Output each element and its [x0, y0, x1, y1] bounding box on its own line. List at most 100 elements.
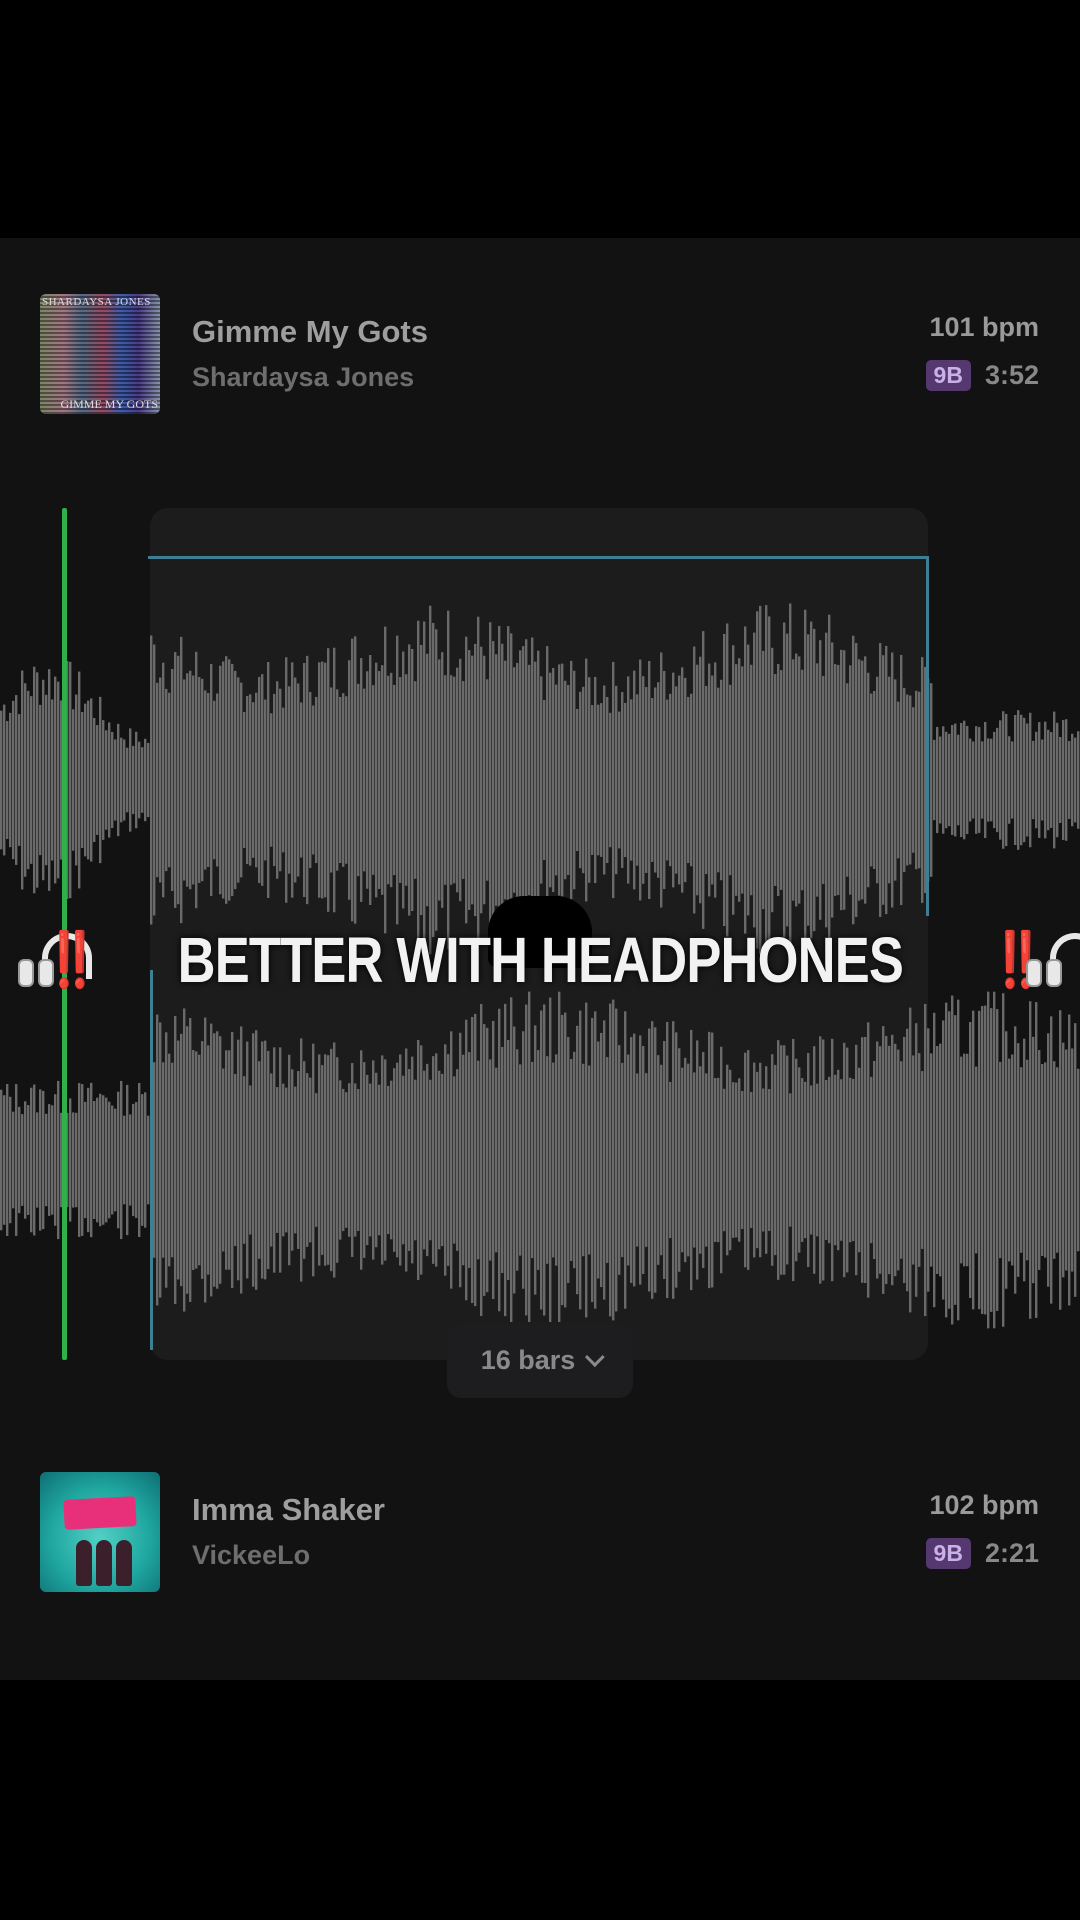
waveform-sample [591, 1017, 594, 1303]
waveform-sample [459, 1032, 462, 1288]
waveform-sample [963, 720, 966, 840]
waveform-sample [540, 676, 543, 884]
waveform-sample [393, 1068, 396, 1252]
waveform-sample [366, 1074, 369, 1246]
waveform-sample [738, 658, 741, 902]
waveform-sample [747, 1050, 750, 1270]
waveform-sample [348, 1083, 351, 1237]
waveform-sample [363, 1062, 366, 1258]
waveform-sample [366, 671, 369, 889]
waveform-sample [963, 1053, 966, 1267]
waveform-sample [489, 622, 492, 938]
waveform-sample [399, 1054, 402, 1266]
waveform-sample [426, 1063, 429, 1257]
waveform-sample [162, 662, 165, 898]
waveform-sample [969, 738, 972, 822]
waveform-sample [471, 1016, 474, 1304]
waveform-sample [954, 723, 957, 837]
waveform-sample [111, 731, 114, 829]
track-row-next[interactable]: Imma Shaker VickeeLo 102 bpm 9B 2:21 [0, 1472, 1080, 1596]
waveform-sample [477, 616, 480, 944]
waveform-sample [432, 1056, 435, 1264]
waveform-sample [633, 1033, 636, 1287]
waveform-sample [741, 1090, 744, 1230]
waveform-sample [174, 1015, 177, 1305]
waveform-sample [258, 676, 261, 884]
waveform-sample [291, 1069, 294, 1251]
waveform-sample [798, 656, 801, 904]
waveform-sample [699, 1066, 702, 1254]
waveform-sample [1014, 1026, 1017, 1294]
waveform-sample [123, 739, 126, 821]
waveform-sample [99, 1093, 102, 1227]
waveform-sample [102, 1095, 105, 1225]
waveform-sample [603, 685, 606, 875]
waveform-sample [498, 1008, 501, 1312]
waveform-sample [807, 1053, 810, 1267]
waveform-sample [948, 733, 951, 827]
waveform-sample [522, 1031, 525, 1289]
waveform-sample [567, 1037, 570, 1283]
waveform-sample [141, 1094, 144, 1226]
waveform-sample [867, 672, 870, 888]
waveform-sample [444, 1044, 447, 1276]
waveform-sample [18, 1106, 21, 1214]
waveform-sample [582, 1063, 585, 1257]
waveform-sample [510, 633, 513, 927]
waveform-sample [201, 1041, 204, 1279]
waveform-sample [486, 679, 489, 881]
waveform-sample [432, 622, 435, 938]
waveform-sample [825, 1080, 828, 1240]
waveform-sample [12, 1111, 15, 1209]
loop-length-dropdown[interactable]: 16 bars [447, 1322, 633, 1398]
waveform-sample [1011, 1054, 1014, 1266]
waveform-sample [285, 1087, 288, 1233]
waveform-sample [930, 1053, 933, 1267]
waveform-sample [651, 1021, 654, 1299]
waveform-sample [933, 1012, 936, 1308]
waveform-sample [834, 664, 837, 896]
waveform-sample [711, 1032, 714, 1288]
waveform-sample [420, 644, 423, 916]
waveform-sample [1062, 720, 1065, 840]
waveform-sample [300, 1038, 303, 1282]
waveform-sample [921, 657, 924, 903]
waveform-sample [1056, 1067, 1059, 1253]
waveform-sample [561, 1014, 564, 1306]
waveform-sample [126, 747, 129, 813]
waveform-sample [822, 1039, 825, 1281]
waveform-sample [906, 1028, 909, 1292]
waveform-sample [1032, 740, 1035, 820]
waveform-sample [471, 655, 474, 905]
waveform-next-track[interactable] [0, 960, 1080, 1360]
waveform-sample [774, 674, 777, 886]
waveform-sample [78, 1083, 81, 1237]
waveform-sample [675, 686, 678, 874]
waveform-sample [351, 638, 354, 922]
waveform-sample [135, 1102, 138, 1218]
waveform-sample [930, 683, 933, 877]
waveform-sample [30, 1087, 33, 1233]
waveform-sample [975, 726, 978, 834]
waveform-sample [693, 1072, 696, 1248]
waveform-sample [234, 670, 237, 890]
waveform-sample [333, 647, 336, 913]
waveform-sample [288, 686, 291, 874]
waveform-sample [219, 665, 222, 895]
waveform-sample [354, 636, 357, 924]
waveform-sample [759, 605, 762, 955]
waveform-sample [885, 645, 888, 915]
waveform-sample [717, 687, 720, 873]
waveform-sample [639, 659, 642, 901]
waveform-sample [627, 1054, 630, 1266]
waveform-sample [69, 661, 72, 899]
waveform-sample [849, 1077, 852, 1243]
waveform-sample [996, 727, 999, 833]
waveform-sample [57, 1080, 60, 1240]
waveform-sample [228, 659, 231, 901]
track-row-current[interactable]: SHARDAYSA JONES GIMME MY GOTS Gimme My G… [0, 294, 1080, 418]
waveform-sample [735, 664, 738, 896]
waveform-sample [6, 721, 9, 839]
waveform-sample [114, 1108, 117, 1212]
waveform-sample [519, 650, 522, 910]
